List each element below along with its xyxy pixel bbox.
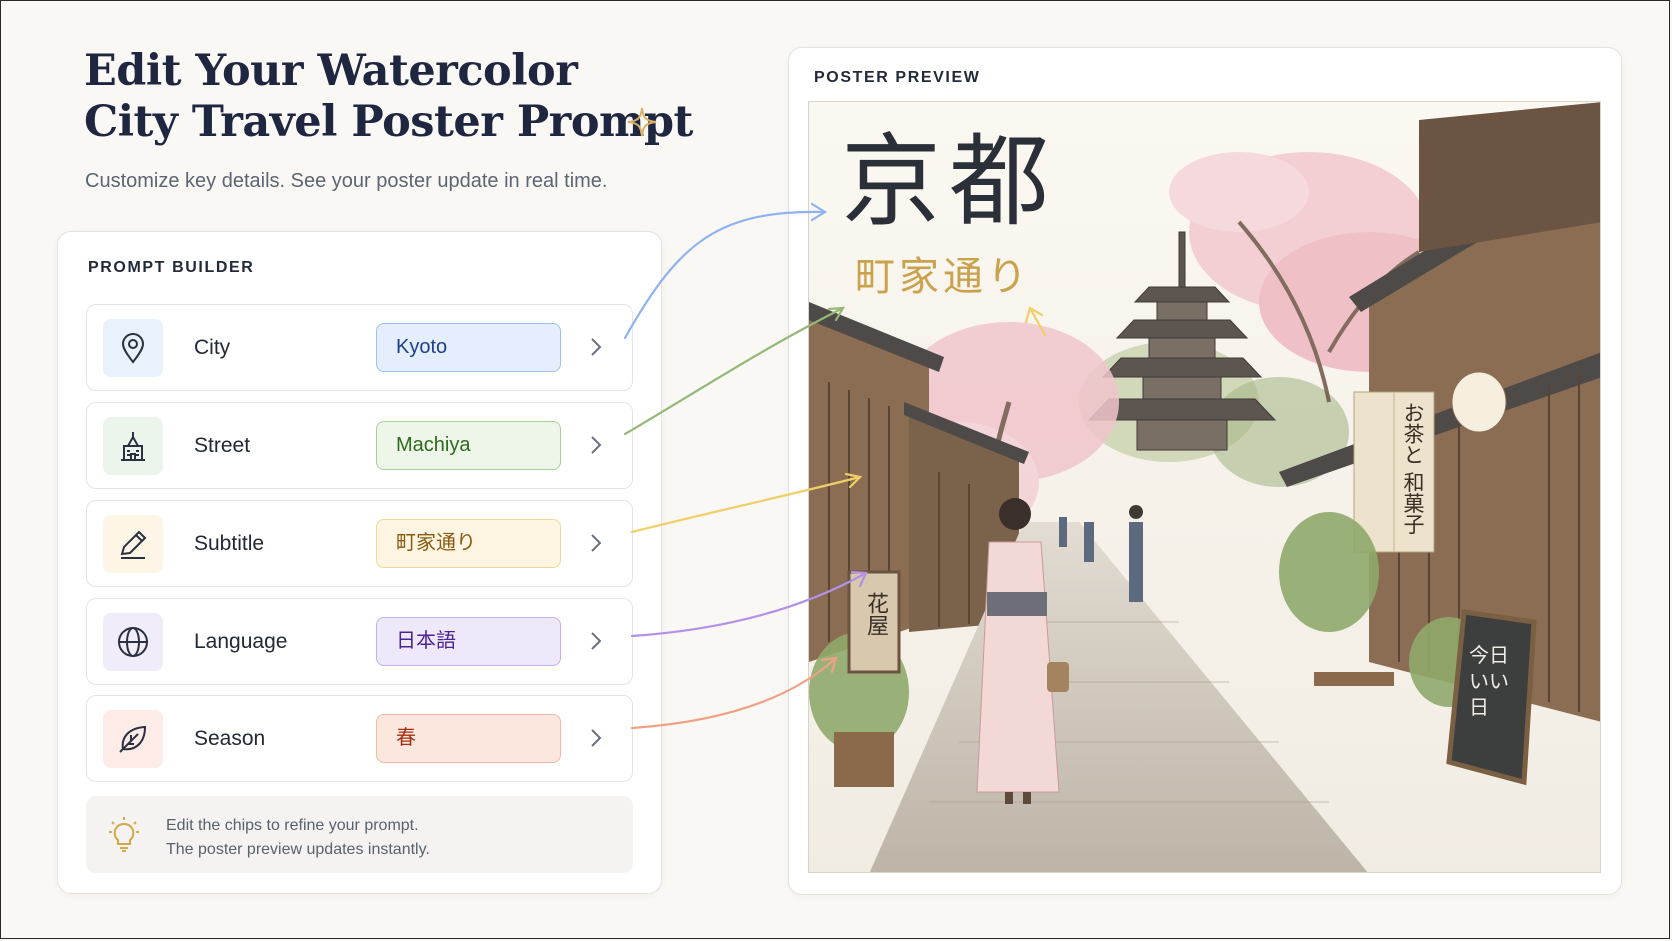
row-city[interactable]: City Kyoto [86, 304, 633, 391]
poster-image: 京都 町家通り お茶と 和菓子 花屋 今日 いい 日 [808, 101, 1601, 873]
title-line-2: City Travel Poster Prompt [84, 97, 693, 147]
tip-line-1: Edit the chips to refine your prompt. [166, 817, 419, 834]
location-pin-icon [103, 319, 163, 377]
sparkle-icon [627, 107, 657, 137]
title-line-1: Edit Your Watercolor [84, 46, 578, 96]
page-title: Edit Your Watercolor City Travel Poster … [84, 46, 693, 148]
pen-icon [103, 515, 163, 573]
poster-subtitle: 町家通り [855, 254, 1031, 300]
flower-shop-sign-text: 花屋 [863, 592, 888, 636]
globe-icon [103, 613, 163, 671]
row-language-label: Language [194, 630, 288, 653]
row-subtitle[interactable]: Subtitle 町家通り [86, 500, 633, 587]
row-street[interactable]: Street Machiya [86, 402, 633, 489]
prompt-builder-heading: PROMPT BUILDER [88, 259, 255, 276]
row-subtitle-label: Subtitle [194, 532, 265, 555]
city-chip[interactable]: Kyoto [376, 323, 561, 372]
subtitle-chip[interactable]: 町家通り [376, 519, 561, 568]
noren-text-1: お茶と [1401, 402, 1425, 465]
row-city-label: City [194, 336, 231, 359]
tip-line-2: The poster preview updates instantly. [166, 841, 430, 858]
prompt-builder-panel: PROMPT BUILDER City Kyoto Street Machiya… [57, 231, 662, 894]
lightbulb-icon [109, 817, 139, 852]
noren-text: お茶と 和菓子 [1357, 402, 1429, 535]
chevron-right-icon[interactable] [589, 727, 603, 749]
building-icon [103, 417, 163, 475]
season-chip[interactable]: 春 [376, 714, 561, 763]
page-subtitle: Customize key details. See your poster u… [85, 170, 608, 192]
row-language[interactable]: Language 日本語 [86, 598, 633, 685]
tip-box: Edit the chips to refine your prompt. Th… [86, 796, 633, 873]
chevron-right-icon[interactable] [589, 630, 603, 652]
row-season-label: Season [194, 727, 266, 750]
chevron-right-icon[interactable] [589, 336, 603, 358]
chalkboard-text: 今日 いい 日 [1469, 643, 1509, 719]
street-chip[interactable]: Machiya [376, 421, 561, 470]
tip-text: Edit the chips to refine your prompt. Th… [166, 814, 430, 862]
poster-title: 京都 [841, 123, 1057, 240]
poster-preview-heading: POSTER PREVIEW [814, 69, 981, 86]
language-chip[interactable]: 日本語 [376, 617, 561, 666]
poster-preview-panel: POSTER PREVIEW 京都 町家通り お茶と 和菓子 花屋 今日 いい … [788, 47, 1622, 895]
chevron-right-icon[interactable] [589, 434, 603, 456]
leaf-icon [103, 710, 163, 768]
row-season[interactable]: Season 春 [86, 695, 633, 782]
noren-text-2: 和菓子 [1401, 471, 1425, 535]
chevron-right-icon[interactable] [589, 532, 603, 554]
row-street-label: Street [194, 434, 251, 457]
